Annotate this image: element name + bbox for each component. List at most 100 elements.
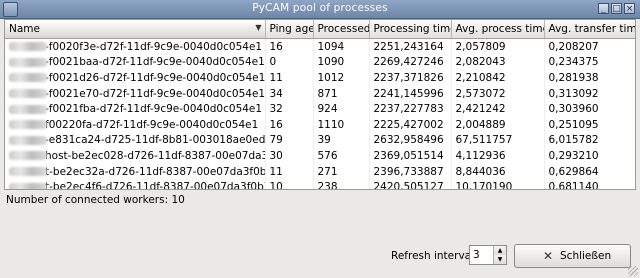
redacted-hostname [9,151,47,161]
table-row[interactable]: -f0021e70-d72f-11df-9c9e-0040d0c054e1 34 8… [5,85,635,102]
cell-name: t-be2ec4f6-d726-11df-8387-00e07da3f0b7 [5,179,266,190]
cell-name: f00220fa-d72f-11df-9c9e-0040d0c054e1 [5,116,266,133]
resize-grip[interactable] [628,266,638,276]
spin-down-icon[interactable]: ▼ [493,255,506,264]
cell-processing-time: 2269,427246 [369,54,452,71]
cell-avg-process-time: 2,082043 [451,54,545,71]
cell-avg-transfer-time: 0,208207 [544,38,635,55]
column-header-ping-age[interactable]: Ping age [265,20,314,39]
redacted-hostname [9,167,47,177]
worker-name-text: -f0021baa-d72f-11df-9c9e-0040d0c054e1 [45,56,265,69]
cell-avg-transfer-time: 0,293210 [544,148,635,164]
table-row[interactable]: -f0021fba-d72f-11df-9c9e-0040d0c054e1 32 9… [5,101,635,117]
cell-ping-age: 79 [265,132,314,149]
cell-processing-time: 2225,427002 [369,116,452,133]
minimize-button[interactable]: _ [598,3,609,14]
cell-avg-process-time: 67,511757 [451,132,545,149]
column-header-avg-transfer-time[interactable]: Avg. transfer time [544,20,635,39]
cell-processing-time: 2369,051514 [369,148,452,164]
column-header-name[interactable]: Name ▼ [5,20,266,39]
refresh-interval-value[interactable]: 3 [473,249,480,261]
cell-name: host-be2ec028-d726-11df-8387-00e07da3f0b… [5,148,266,164]
column-header-processing-time[interactable]: Processing time [369,20,452,39]
close-x-icon: ✕ [543,249,554,263]
table-row[interactable]: -f0021d26-d72f-11df-9c9e-0040d0c054e1 11 1… [5,70,635,86]
cell-ping-age: 34 [265,85,314,102]
redacted-hostname [9,57,47,67]
table-row[interactable]: -f0020f3e-d72f-11df-9c9e-0040d0c054e1 16 1… [5,38,635,55]
cell-name: t-be2ec32a-d726-11df-8387-00e07da3f0b7 [5,163,266,180]
close-button[interactable]: ✕ Schließen [514,244,631,268]
cell-name: -f0021fba-d72f-11df-9c9e-0040d0c054e1 [5,101,266,117]
cell-avg-process-time: 2,573072 [451,85,545,102]
cell-processed: 871 [313,85,370,102]
redacted-hostname [9,73,47,83]
worker-name-text: t-be2ec4f6-d726-11df-8387-00e07da3f0b7 [45,181,265,190]
cell-processed: 1090 [313,54,370,71]
cell-avg-transfer-time: 6,015782 [544,132,635,149]
table-row[interactable]: t-be2ec4f6-d726-11df-8387-00e07da3f0b7 10… [5,179,635,190]
redacted-hostname [9,104,47,114]
cell-processing-time: 2420,505127 [369,179,452,189]
redacted-hostname [9,182,47,189]
cell-ping-age: 30 [265,148,314,164]
worker-name-text: -f0021e70-d72f-11df-9c9e-0040d0c054e1 [45,87,265,100]
cell-avg-process-time: 10,170190 [451,179,545,189]
redacted-hostname [9,42,47,52]
cell-ping-age: 32 [265,101,314,117]
worker-name-text: -f0021fba-d72f-11df-9c9e-0040d0c054e1 [45,103,263,116]
refresh-interval-spinbox[interactable]: 3 ▲ ▼ [469,245,507,265]
cell-avg-process-time: 2,421242 [451,101,545,117]
cell-avg-process-time: 4,112936 [451,148,545,164]
cell-avg-transfer-time: 0,681140 [544,179,635,189]
title-bar[interactable]: PyCAM pool of processes _ □ × [0,0,640,19]
window-title: PyCAM pool of processes [252,2,388,14]
cell-avg-transfer-time: 0,281938 [544,70,635,86]
cell-processed: 271 [313,163,370,180]
cell-processing-time: 2237,227783 [369,101,452,117]
spin-up-icon[interactable]: ▲ [493,246,506,255]
table-row[interactable]: f00220fa-d72f-11df-9c9e-0040d0c054e1 16 11… [5,116,635,133]
cell-avg-process-time: 2,004889 [451,116,545,133]
cell-processing-time: 2396,733887 [369,163,452,180]
table-header-row: Name ▼ Ping age Processed Processing tim… [5,20,635,39]
worker-name-text: -f0021d26-d72f-11df-9c9e-0040d0c054e1 [45,71,265,84]
cell-processed: 1110 [313,116,370,133]
column-header-avg-process-time[interactable]: Avg. process time [451,20,545,39]
cell-processed: 1094 [313,38,370,55]
worker-name-text: -f0020f3e-d72f-11df-9c9e-0040d0c054e1 [45,40,263,53]
cell-name: -e831ca24-d725-11df-8b81-003018ae0ed4 [5,132,266,149]
cell-processing-time: 2241,145996 [369,85,452,102]
cell-avg-process-time: 8,844036 [451,163,545,180]
connected-workers-status: Number of connected workers: 10 [6,194,185,206]
table-row[interactable]: -f0021baa-d72f-11df-9c9e-0040d0c054e1 0 10… [5,54,635,71]
cell-name: -f0021baa-d72f-11df-9c9e-0040d0c054e1 [5,54,266,71]
cell-processing-time: 2632,958496 [369,132,452,149]
column-header-processed[interactable]: Processed [313,20,370,39]
maximize-button[interactable]: □ [611,3,622,14]
table-row[interactable]: -e831ca24-d725-11df-8b81-003018ae0ed4 79 3… [5,132,635,149]
cell-ping-age: 11 [265,163,314,180]
cell-avg-transfer-time: 0,234375 [544,54,635,71]
cell-name: -f0021d26-d72f-11df-9c9e-0040d0c054e1 [5,70,266,86]
cell-processed: 238 [313,179,370,189]
table-row[interactable]: t-be2ec32a-d726-11df-8387-00e07da3f0b7 11… [5,163,635,180]
cell-processed: 576 [313,148,370,164]
worker-name-text: host-be2ec028-d726-11df-8387-00e07da3f0b… [45,149,264,162]
worker-name-text: -e831ca24-d725-11df-8b81-003018ae0ed4 [45,134,265,147]
redacted-hostname [9,135,47,145]
table-row[interactable]: host-be2ec028-d726-11df-8387-00e07da3f0b… [5,148,635,164]
cell-ping-age: 16 [265,116,314,133]
close-button-label: Schließen [560,250,612,262]
close-window-button[interactable]: × [624,3,635,14]
pycam-pool-window: PyCAM pool of processes _ □ × Name ▼ Pin… [0,0,640,278]
cell-processed: 924 [313,101,370,117]
redacted-hostname [9,120,47,130]
cell-ping-age: 10 [265,179,314,189]
process-table[interactable]: Name ▼ Ping age Processed Processing tim… [4,19,636,190]
cell-processing-time: 2237,371826 [369,70,452,86]
cell-avg-transfer-time: 0,313092 [544,85,635,102]
cell-processing-time: 2251,243164 [369,38,452,55]
cell-avg-transfer-time: 0,303960 [544,101,635,117]
cell-avg-transfer-time: 0,629864 [544,163,635,180]
